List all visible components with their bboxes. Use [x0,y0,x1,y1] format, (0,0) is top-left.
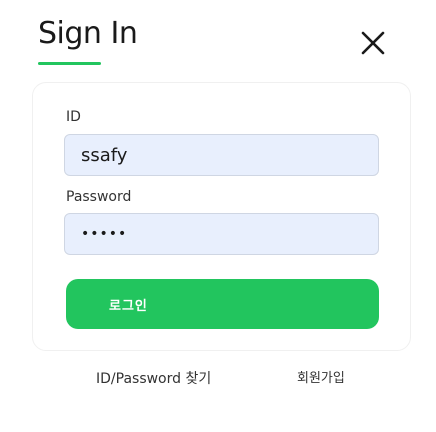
password-input[interactable] [64,213,379,255]
find-id-password-link[interactable]: ID/Password 찾기 [96,370,211,388]
close-button[interactable] [358,28,388,58]
page-title: Sign In [38,16,138,51]
close-icon [361,31,385,55]
id-input[interactable] [64,134,379,176]
login-button[interactable]: 로그인 [66,279,379,329]
id-label: ID [66,109,81,125]
title-underline [38,62,101,65]
password-label: Password [66,189,132,205]
signup-link[interactable]: 회원가입 [297,370,345,388]
